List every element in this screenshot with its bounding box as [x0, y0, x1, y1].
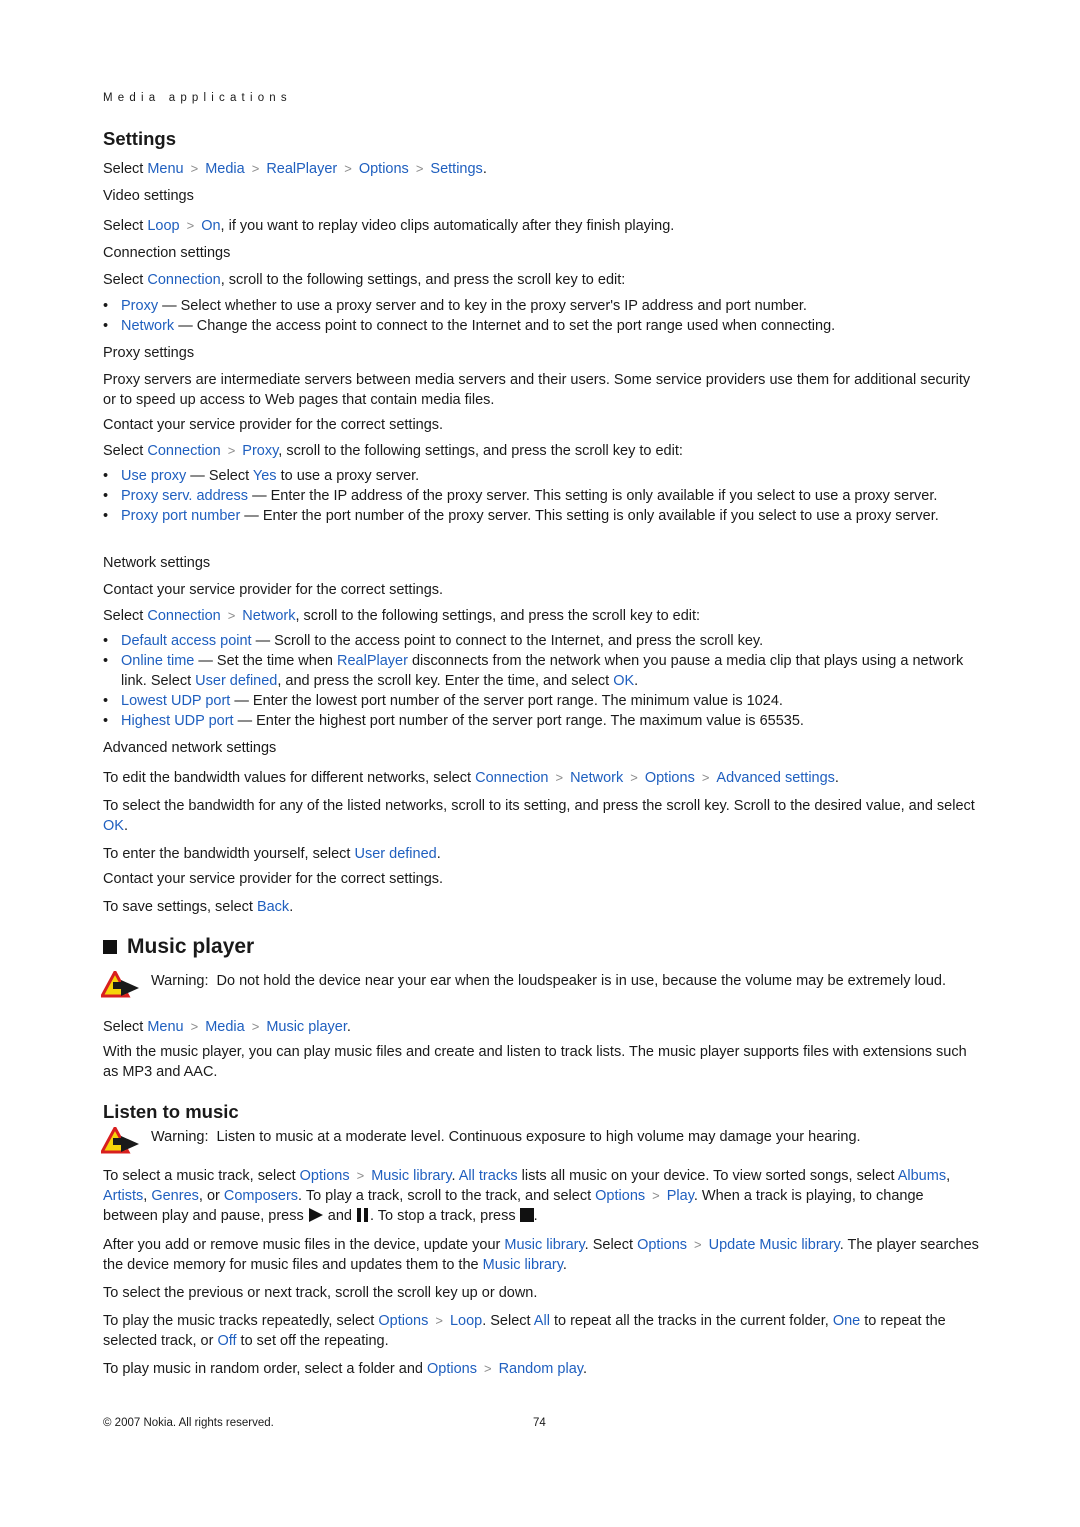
connection-list: Proxy — Select whether to use a proxy se… [103, 296, 979, 336]
list-item: Lowest UDP port — Enter the lowest port … [103, 691, 979, 711]
video-settings-heading: Video settings [103, 188, 194, 204]
running-header: Media applications [103, 92, 292, 104]
chevron-right-icon: > [190, 1019, 199, 1034]
link-settings[interactable]: Settings [430, 161, 482, 177]
play-icon [308, 1208, 324, 1228]
list-item: Use proxy — Select Yes to use a proxy se… [103, 466, 979, 486]
chevron-right-icon: > [251, 1019, 260, 1034]
list-item: Proxy — Select whether to use a proxy se… [103, 296, 979, 316]
listen-warning: Warning: Listen to music at a moderate l… [99, 1124, 979, 1159]
connection-intro: Select Connection, scroll to the followi… [103, 272, 626, 288]
list-item: Online time — Set the time when RealPlay… [103, 651, 979, 691]
warning-icon [99, 968, 151, 1003]
video-settings-text: Select Loop > On, if you want to replay vi… [103, 218, 675, 234]
copyright: © 2007 Nokia. All rights reserved. [103, 1417, 274, 1429]
music-player-warning: Warning: Do not hold the device near you… [99, 968, 979, 1003]
chevron-right-icon: > [251, 161, 260, 176]
chevron-right-icon: > [415, 161, 424, 176]
link-media[interactable]: Media [205, 161, 245, 177]
chevron-right-icon: > [190, 161, 199, 176]
link-connection[interactable]: Connection [147, 272, 220, 288]
link-on[interactable]: On [201, 218, 220, 234]
chevron-right-icon: > [694, 1237, 702, 1252]
advanced-p1: To edit the bandwidth values for differe… [103, 770, 839, 786]
list-item: Proxy port number — Enter the port numbe… [103, 506, 979, 526]
network-settings-heading: Network settings [103, 555, 211, 571]
advanced-p4: Contact your service provider for the co… [103, 871, 444, 887]
chevron-right-icon: > [227, 443, 236, 458]
advanced-p2: To select the bandwidth for any of the l… [103, 798, 975, 834]
proxy-list: Use proxy — Select Yes to use a proxy se… [103, 466, 979, 526]
proxy-path: Select Connection > Proxy, scroll to the f… [103, 443, 683, 459]
list-item: Default access point — Scroll to the acc… [103, 631, 979, 651]
chevron-right-icon: > [652, 1188, 660, 1203]
page-number: 74 [533, 1417, 546, 1429]
proxy-p1: Proxy servers are intermediate servers b… [103, 372, 971, 408]
chevron-right-icon: > [435, 1313, 443, 1328]
settings-heading: Settings [103, 128, 176, 149]
stop-icon [519, 1208, 534, 1228]
listen-p1: To select a music track, select Options >… [103, 1166, 979, 1228]
link-options[interactable]: Options [359, 161, 409, 177]
link-realplayer[interactable]: RealPlayer [266, 161, 337, 177]
network-list: Default access point — Scroll to the acc… [103, 631, 979, 731]
section-square-icon [103, 940, 117, 954]
listen-heading: Listen to music [103, 1101, 239, 1122]
warning-icon [99, 1124, 151, 1159]
listen-p4: To play the music tracks repeatedly, sel… [103, 1313, 946, 1349]
proxy-p2: Contact your service provider for the co… [103, 417, 444, 433]
advanced-p3: To enter the bandwidth yourself, select … [103, 846, 441, 862]
proxy-settings-heading: Proxy settings [103, 345, 195, 361]
list-item: Highest UDP port — Enter the highest por… [103, 711, 979, 731]
listen-p2: After you add or remove music files in t… [103, 1237, 979, 1273]
link-loop[interactable]: Loop [147, 218, 179, 234]
music-player-intro: With the music player, you can play musi… [103, 1044, 967, 1080]
listen-p3: To select the previous or next track, sc… [103, 1285, 538, 1301]
chevron-right-icon: > [186, 218, 195, 233]
page-footer: © 2007 Nokia. All rights reserved. 74 [103, 1417, 979, 1429]
chevron-right-icon: > [356, 1168, 365, 1183]
chevron-right-icon: > [630, 770, 638, 785]
advanced-settings-heading: Advanced network settings [103, 740, 277, 756]
chevron-right-icon: > [227, 608, 236, 623]
connection-settings-heading: Connection settings [103, 245, 231, 261]
chevron-right-icon: > [344, 161, 352, 176]
listen-p5: To play music in random order, select a … [103, 1361, 587, 1377]
music-player-path: Select Menu > Media > Music player. [103, 1019, 351, 1035]
chevron-right-icon: > [483, 1361, 492, 1376]
chevron-right-icon: > [701, 770, 710, 785]
settings-path: Select Menu > Media > RealPlayer > Options > Set… [103, 161, 487, 177]
list-item: Proxy serv. address — Enter the IP addre… [103, 486, 979, 506]
advanced-p5: To save settings, select Back. [103, 899, 294, 915]
chevron-right-icon: > [555, 770, 564, 785]
link-menu[interactable]: Menu [147, 161, 183, 177]
network-p1: Contact your service provider for the co… [103, 582, 444, 598]
music-player-heading: Music player [103, 935, 979, 959]
pause-icon [356, 1208, 370, 1228]
network-path: Select Connection > Network, scroll to the… [103, 608, 701, 624]
list-item: Network — Change the access point to con… [103, 316, 979, 336]
